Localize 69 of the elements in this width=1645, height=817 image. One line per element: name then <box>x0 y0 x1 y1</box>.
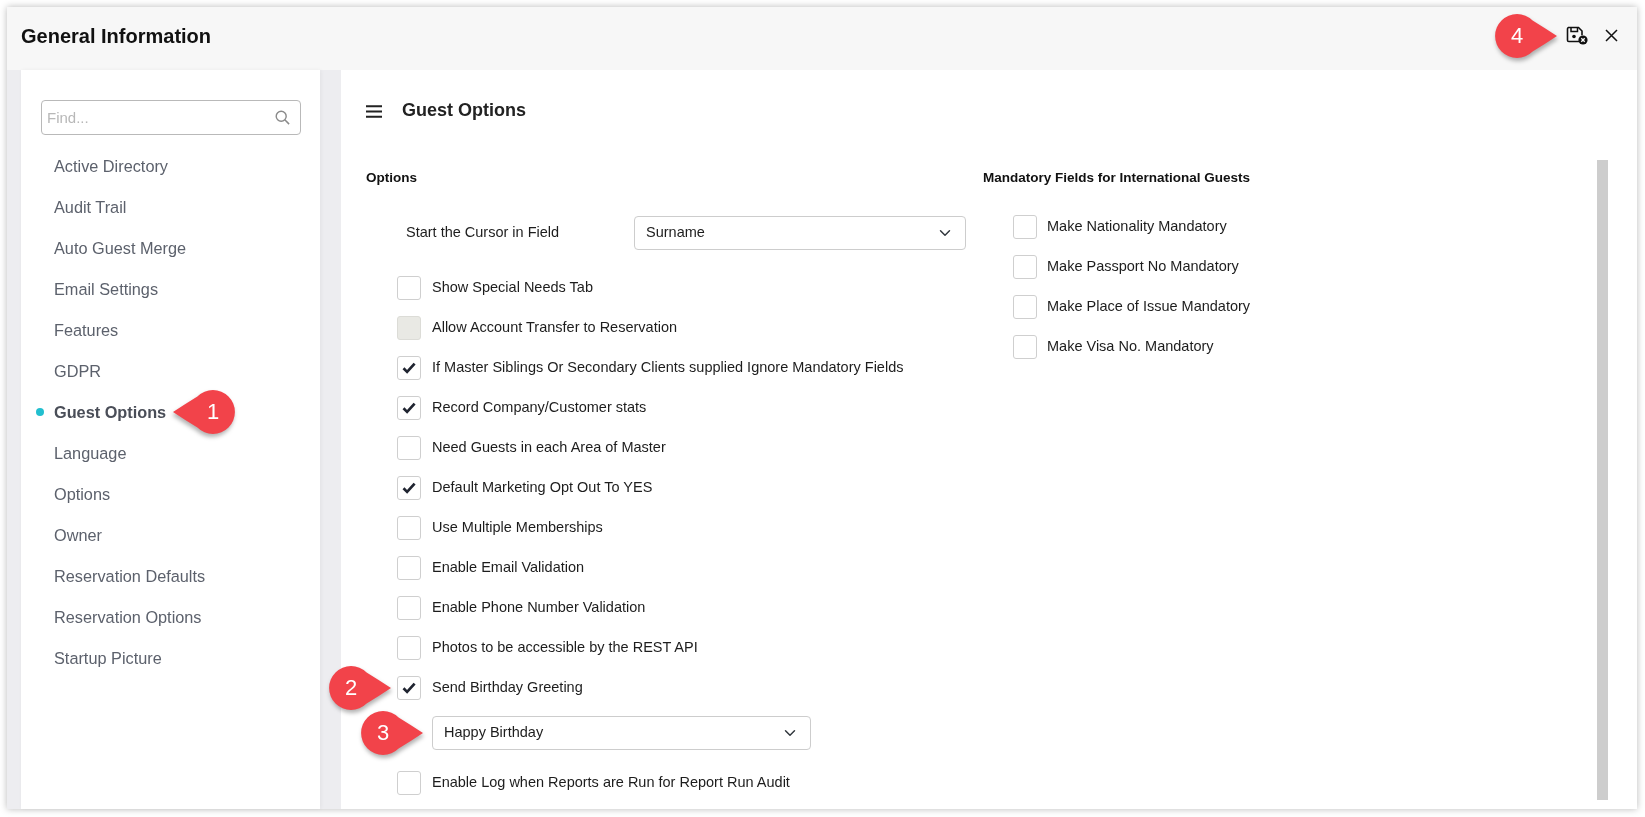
checkbox[interactable] <box>397 596 421 620</box>
option-label: Send Birthday Greeting <box>432 678 583 698</box>
option-label: Default Marketing Opt Out To YES <box>432 478 653 498</box>
close-icon <box>1605 29 1618 42</box>
sidebar-item[interactable]: Startup Picture <box>36 647 162 668</box>
sidebar-item[interactable]: Owner <box>36 524 102 545</box>
option-label: Enable Log when Reports are Run for Report Run Audit <box>432 773 790 793</box>
option-label: Make Place of Issue Mandatory <box>1047 297 1251 317</box>
checkmark-icon <box>402 362 416 374</box>
sidebar-item[interactable]: Auto Guest Merge <box>36 237 187 258</box>
checkmark-icon <box>402 402 416 414</box>
sidebar-item[interactable]: Active Directory <box>36 155 168 176</box>
callout-marker: 4 <box>1493 11 1557 60</box>
option-label: Show Special Needs Tab <box>432 278 593 298</box>
section-heading: Options <box>366 169 417 187</box>
checkbox[interactable] <box>397 276 421 300</box>
sidebar-item[interactable]: GDPR <box>36 360 102 381</box>
option-label: Make Nationality Mandatory <box>1047 217 1227 237</box>
sidebar-item[interactable]: Options <box>36 483 111 504</box>
checkbox[interactable] <box>397 356 421 380</box>
sidebar-item[interactable]: Reservation Defaults <box>36 565 206 586</box>
checkbox[interactable] <box>1013 255 1037 279</box>
checkbox[interactable] <box>1013 215 1037 239</box>
menu-icon <box>366 104 382 118</box>
panel-title: Guest Options <box>402 100 526 122</box>
callout-marker: 1 <box>173 387 238 436</box>
sidebar-item[interactable]: Language <box>36 442 127 463</box>
option-label: Make Visa No. Mandatory <box>1047 337 1214 357</box>
save-button[interactable] <box>1566 26 1588 45</box>
dropdown[interactable]: Surname <box>634 216 966 250</box>
checkbox[interactable] <box>397 396 421 420</box>
checkbox[interactable] <box>397 556 421 580</box>
option-label: Allow Account Transfer to Reservation <box>432 318 677 338</box>
dot-icon <box>36 407 44 416</box>
option-label: Enable Phone Number Validation <box>432 598 646 618</box>
checkmark-icon <box>402 482 416 494</box>
callout-marker: 2 <box>327 664 391 712</box>
checkbox[interactable] <box>397 636 421 660</box>
checkbox[interactable] <box>1013 295 1037 319</box>
checkbox[interactable] <box>397 771 421 795</box>
option-label: Photos to be accessible by the REST API <box>432 638 698 658</box>
sidebar-item[interactable]: Features <box>36 319 119 340</box>
dropdown[interactable]: Happy Birthday <box>432 716 811 750</box>
close-button[interactable] <box>1605 29 1618 42</box>
sidebar-item[interactable]: Reservation Options <box>36 606 202 627</box>
checkmark-icon <box>402 682 416 694</box>
sidebar-item[interactable]: Email Settings <box>36 278 159 299</box>
option-label: Record Company/Customer stats <box>432 398 647 418</box>
floppy-disk-icon <box>1566 26 1588 45</box>
scrollbar[interactable] <box>1597 160 1608 800</box>
menu-button[interactable] <box>366 104 382 118</box>
callout-marker: 3 <box>359 709 423 757</box>
search-icon <box>275 110 290 125</box>
option-label: Need Guests in each Area of Master <box>432 438 666 458</box>
sidebar-item[interactable]: Audit Trail <box>36 196 127 217</box>
section-heading: Mandatory Fields for International Guests <box>983 169 1251 187</box>
search-field[interactable]: Find... <box>41 100 301 135</box>
checkbox[interactable] <box>397 436 421 460</box>
field-label: Start the Cursor in Field <box>406 223 561 243</box>
checkbox[interactable] <box>397 676 421 700</box>
checkbox[interactable] <box>397 516 421 540</box>
sidebar-item[interactable]: Guest Options <box>36 401 167 422</box>
checkbox[interactable] <box>397 476 421 500</box>
option-label: Use Multiple Memberships <box>432 518 603 538</box>
option-label: Make Passport No Mandatory <box>1047 257 1239 277</box>
checkbox[interactable] <box>1013 335 1037 359</box>
window-title: General Information <box>21 23 212 48</box>
option-label: Enable Email Validation <box>432 558 585 578</box>
option-label: If Master Siblings Or Secondary Clients supplied Ignore Mandatory Fields <box>432 358 904 378</box>
